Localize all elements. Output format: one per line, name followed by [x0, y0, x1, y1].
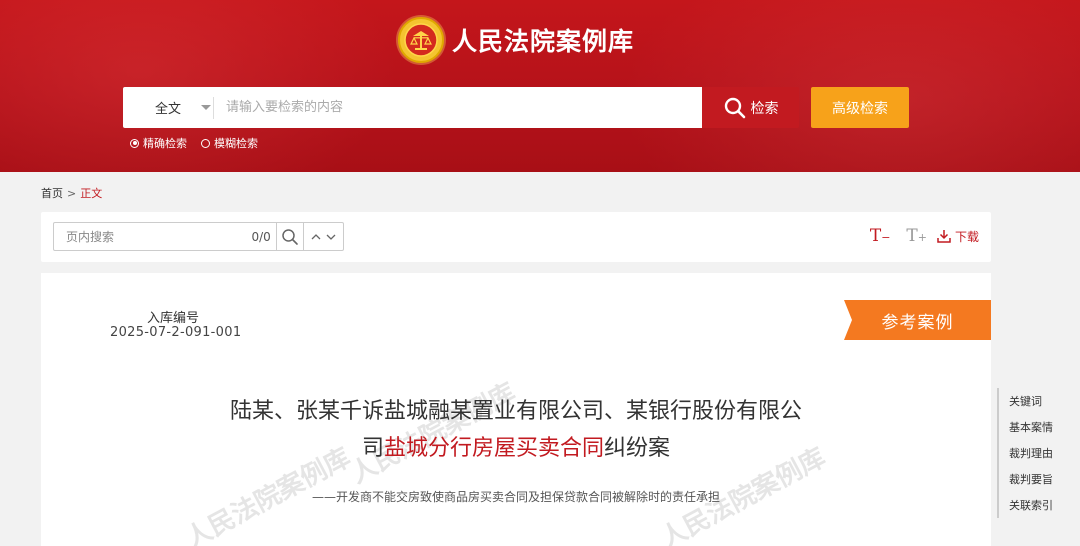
site-logo[interactable]: 人民法院案例库 — [398, 14, 634, 66]
chevron-down-icon — [326, 234, 336, 240]
section-nav-basic-facts[interactable]: 基本案情 — [997, 414, 1067, 440]
radio-selected-icon — [130, 138, 139, 148]
font-increase-button[interactable]: T+ — [906, 226, 927, 246]
match-count: 0/0 — [251, 229, 271, 244]
in-page-search: 0/0 — [53, 222, 344, 251]
search-scope-value: 全文 — [154, 102, 181, 117]
advanced-search-button[interactable]: 高级检索 — [811, 87, 909, 128]
case-title-part3: 纠纷案 — [604, 436, 671, 461]
radio-unselected-icon — [201, 138, 210, 148]
search-input[interactable] — [214, 87, 702, 128]
search-mode-group: 精确检索 模糊检索 — [130, 135, 272, 151]
chevron-down-icon — [201, 105, 211, 110]
in-page-search-input[interactable] — [54, 223, 236, 250]
chevron-up-icon — [311, 233, 321, 239]
download-label: 下载 — [954, 229, 979, 244]
breadcrumb-separator: > — [67, 186, 77, 200]
section-nav-reasoning[interactable]: 裁判理由 — [997, 440, 1067, 466]
font-increase-sign: + — [917, 231, 927, 244]
section-nav: 关键词 基本案情 裁判理由 裁判要旨 关联索引 — [997, 388, 1067, 518]
reader-toolbar: 0/0 T− T+ 下载 — [41, 212, 991, 262]
search-icon — [724, 97, 745, 118]
mode-fuzzy-label: 模糊检索 — [214, 137, 258, 150]
search-bar: 全文 — [123, 87, 702, 128]
case-title-part2: 司 — [361, 436, 384, 461]
case-title: 陆某、张某千诉盐城融某置业有限公司、某银行股份有限公 司盐城分行房屋买卖合同纠纷… — [41, 393, 991, 467]
prev-match-button[interactable] — [311, 233, 321, 241]
case-subtitle: ——开发商不能交房致使商品房买卖合同及担保贷款合同被解除时的责任承担 — [311, 490, 720, 504]
download-icon — [937, 230, 951, 243]
search-icon — [282, 228, 298, 245]
font-decrease-sign: − — [881, 231, 891, 244]
section-nav-related-index[interactable]: 关联索引 — [997, 492, 1067, 518]
section-nav-keywords[interactable]: 关键词 — [997, 388, 1067, 414]
breadcrumb-home[interactable]: 首页 — [41, 185, 63, 201]
case-title-highlight: 盐城分行房屋买卖合同 — [383, 436, 604, 461]
case-document: 人民法院案例库 人民法院案例库 人民法院案例库 入库编号 2025-07-2-0… — [41, 273, 991, 546]
court-emblem-icon — [398, 17, 444, 63]
section-nav-key-points[interactable]: 裁判要旨 — [997, 466, 1067, 492]
breadcrumb-current: 正文 — [80, 187, 103, 200]
mode-exact-label: 精确检索 — [143, 137, 187, 150]
case-title-part1: 陆某、张某千诉盐城融某置业有限公司、某银行股份有限公 — [229, 399, 802, 424]
font-increase-letter: T — [906, 226, 918, 246]
next-match-button[interactable] — [326, 233, 336, 241]
site-header: 人民法院案例库 全文 检索 高级检索 精确检索 模糊检索 — [0, 0, 1080, 172]
reference-case-tag: 参考案例 — [844, 300, 991, 340]
in-page-search-button[interactable] — [275, 223, 304, 250]
case-number-label: 入库编号 — [147, 311, 200, 326]
font-decrease-button[interactable]: T− — [870, 226, 891, 246]
site-title: 人民法院案例库 — [452, 27, 635, 56]
match-nav — [304, 223, 343, 250]
search-button[interactable]: 检索 — [702, 87, 799, 128]
mode-exact-radio[interactable]: 精确检索 — [130, 135, 187, 151]
case-number-value: 2025-07-2-091-001 — [110, 325, 242, 340]
download-button[interactable]: 下载 — [937, 228, 979, 245]
search-scope-select[interactable]: 全文 — [123, 87, 213, 128]
mode-fuzzy-radio[interactable]: 模糊检索 — [201, 135, 258, 151]
search-button-label: 检索 — [750, 100, 779, 117]
breadcrumb: 首页 > 正文 — [41, 185, 102, 201]
reader-tools: T− T+ 下载 — [854, 226, 979, 246]
font-decrease-letter: T — [869, 226, 882, 246]
